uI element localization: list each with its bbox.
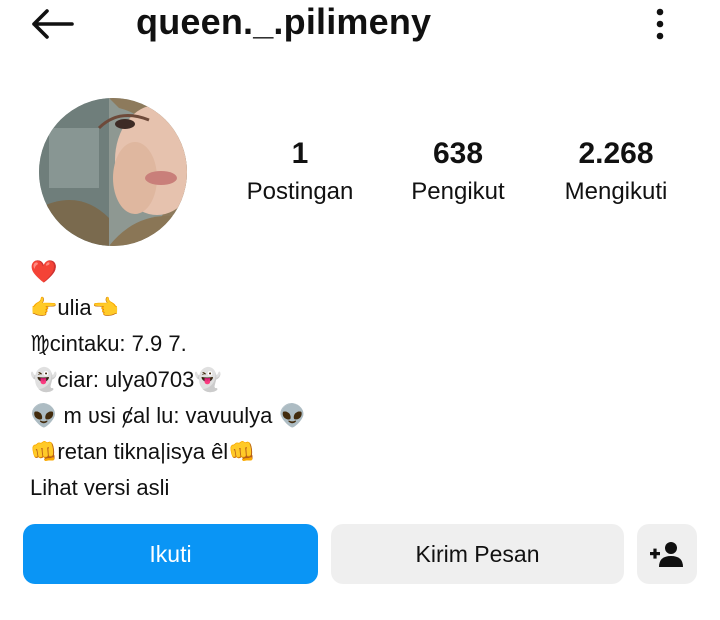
arrow-left-icon [32,9,74,39]
following-count: 2.268 [578,137,654,170]
stat-posts[interactable]: 1 Postingan [228,136,372,208]
followers-count: 638 [432,137,484,170]
add-person-icon [650,542,683,567]
bio-line: 👉ulia👈 [30,295,120,320]
following-label: Mengikuti [564,178,668,205]
stat-following[interactable]: 2.268 Mengikuti [546,136,686,208]
posts-label: Postingan [246,178,354,205]
bio-line: ❤️ [30,259,58,284]
followers-label: Pengikut [411,178,505,205]
bio-line: 👽 m ʋsi ȼal lu: vavuulya 👽 [30,403,306,428]
more-vertical-icon [656,8,664,40]
profile-bio: ❤️ 👉ulia👈 ♍cintaku: 7.9 7. 👻ciar: ulya07… [30,254,690,506]
profile-username: queen._.pilimeny [136,1,432,42]
profile-photo [39,98,187,246]
bio-line: 👊retan tikna|isya êl👊 [30,439,256,464]
more-options-button[interactable] [644,4,676,44]
stat-followers[interactable]: 638 Pengikut [386,136,530,208]
profile-avatar[interactable] [39,98,187,246]
send-message-button[interactable]: Kirim Pesan [331,524,624,584]
suggested-accounts-button[interactable] [637,524,697,584]
bio-line: 👻ciar: ulya0703👻 [30,367,222,392]
top-bar: queen._.pilimeny [0,0,720,48]
bio-line: ♍cintaku: 7.9 7. [30,331,187,356]
follow-button[interactable]: Ikuti [23,524,318,584]
see-original-link[interactable]: Lihat versi asli [30,470,690,506]
back-button[interactable] [28,4,76,44]
posts-count: 1 [291,137,309,170]
